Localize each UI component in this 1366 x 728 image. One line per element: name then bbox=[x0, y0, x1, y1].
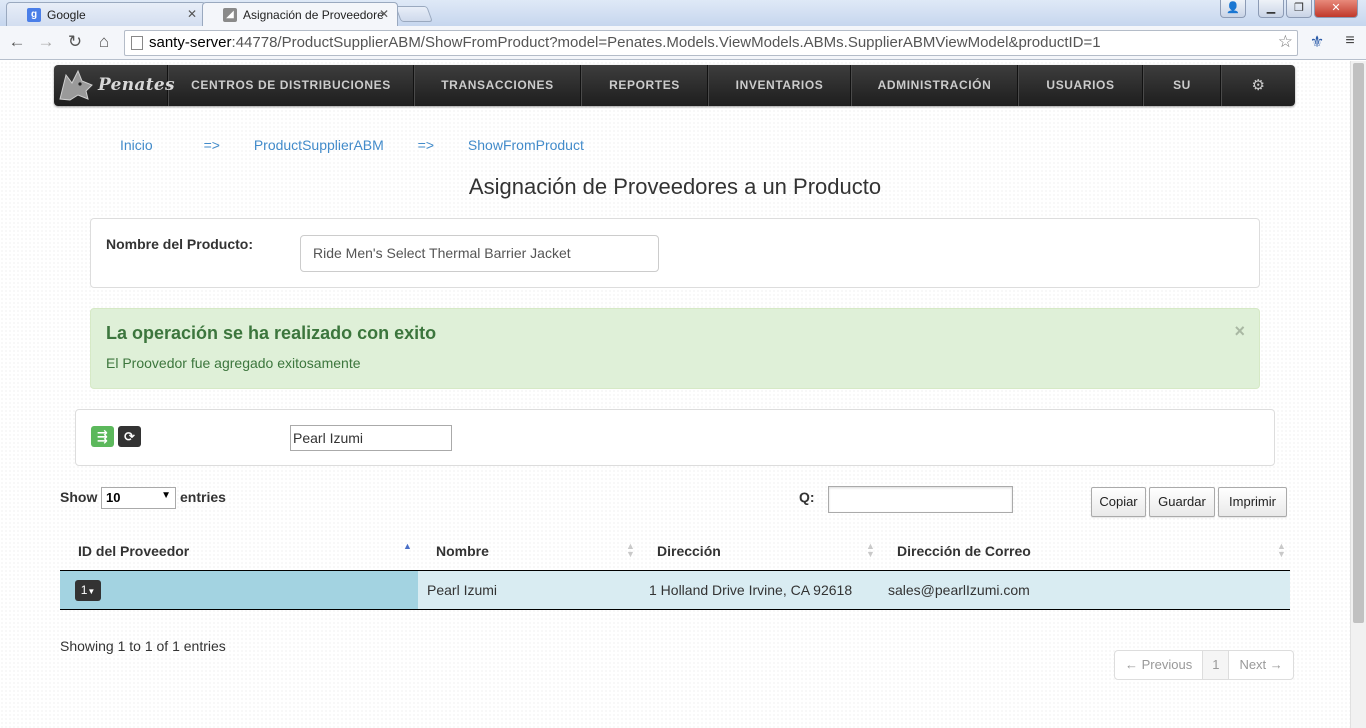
cell-direccion: 1 Holland Drive Irvine, CA 92618 bbox=[649, 582, 853, 598]
penates-favicon-icon: ◢ bbox=[223, 8, 237, 22]
nav-inventarios[interactable]: INVENTARIOS bbox=[708, 65, 851, 106]
supplier-filter-input[interactable]: Pearl Izumi bbox=[290, 425, 452, 451]
wolf-logo-icon bbox=[59, 69, 93, 101]
sort-icon[interactable]: ▲ ▼ bbox=[866, 542, 875, 559]
breadcrumb-inicio[interactable]: Inicio bbox=[120, 137, 153, 153]
product-name-label: Nombre del Producto: bbox=[106, 236, 254, 252]
sort-asc-icon[interactable]: ▲ bbox=[403, 542, 412, 551]
url-path: :44778/ProductSupplierABM/ShowFromProduc… bbox=[231, 34, 1101, 51]
page-size-select[interactable]: 10 ▼ bbox=[101, 487, 176, 509]
page-viewport: Penates CENTROS DE DISTRIBUCIONES TRANSA… bbox=[0, 61, 1350, 728]
nav-administracion[interactable]: ADMINISTRACIÓN bbox=[851, 65, 1018, 106]
close-icon[interactable]: × bbox=[1234, 321, 1245, 342]
alert-message: El Proovedor fue agregado exitosamente bbox=[106, 355, 361, 371]
search-label: Q: bbox=[799, 489, 815, 505]
product-name-field[interactable]: Ride Men's Select Thermal Barrier Jacket bbox=[300, 235, 659, 272]
breadcrumb: Inicio => ProductSupplierABM => ShowFrom… bbox=[120, 137, 584, 153]
add-supplier-icon[interactable]: ⇶ bbox=[91, 426, 114, 447]
column-nombre[interactable]: Nombre bbox=[436, 543, 489, 559]
breadcrumb-showfromproduct[interactable]: ShowFromProduct bbox=[468, 137, 584, 153]
browser-tab-strip: g Google ✕ ◢ Asignación de Proveedore ✕ … bbox=[0, 0, 1366, 26]
alert-title: La operación se ha realizado con exito bbox=[106, 323, 437, 343]
id-cell: 1▼ bbox=[60, 571, 418, 609]
brand-logo[interactable]: Penates bbox=[54, 65, 175, 106]
id-dropdown-button[interactable]: 1▼ bbox=[75, 580, 101, 601]
breadcrumb-separator: => bbox=[417, 137, 435, 153]
nav-centros[interactable]: CENTROS DE DISTRIBUCIONES bbox=[168, 65, 414, 106]
entries-label: entries bbox=[180, 489, 226, 505]
column-direccion[interactable]: Dirección bbox=[657, 543, 721, 559]
brand-name: Penates bbox=[98, 75, 175, 95]
close-window-button[interactable]: ✕ bbox=[1314, 0, 1358, 18]
caret-down-icon: ▼ bbox=[87, 587, 96, 596]
extension-icon[interactable]: ⚜ bbox=[1306, 32, 1328, 52]
nav-su[interactable]: SU bbox=[1143, 65, 1221, 106]
address-bar[interactable]: santy-server:44778/ProductSupplierABM/Sh… bbox=[124, 30, 1298, 56]
nav-usuarios[interactable]: USUARIOS bbox=[1018, 65, 1143, 106]
gear-icon[interactable]: ⚙ bbox=[1221, 65, 1295, 106]
success-alert: La operación se ha realizado con exito E… bbox=[90, 308, 1260, 389]
back-arrow-icon[interactable]: ← bbox=[7, 32, 27, 52]
previous-button[interactable]: ← Previous bbox=[1115, 651, 1204, 679]
refresh-icon[interactable]: ⟳ bbox=[118, 426, 141, 447]
search-input[interactable] bbox=[828, 486, 1013, 513]
maximize-button[interactable]: ❐ bbox=[1286, 0, 1312, 18]
breadcrumb-separator: => bbox=[203, 137, 220, 153]
minimize-button[interactable]: ▁ bbox=[1258, 0, 1284, 18]
sort-icon[interactable]: ▲ ▼ bbox=[626, 542, 635, 559]
main-navbar: Penates CENTROS DE DISTRIBUCIONES TRANSA… bbox=[54, 65, 1295, 106]
google-favicon-icon: g bbox=[27, 8, 41, 22]
print-button[interactable]: Imprimir bbox=[1218, 487, 1287, 517]
pagination: ← Previous 1 Next → bbox=[1114, 650, 1294, 680]
cell-correo: sales@pearlIzumi.com bbox=[888, 582, 1030, 598]
copy-button[interactable]: Copiar bbox=[1091, 487, 1146, 517]
scrollbar-thumb[interactable] bbox=[1353, 63, 1364, 623]
chevron-down-icon: ▼ bbox=[161, 490, 171, 501]
table-info: Showing 1 to 1 of 1 entries bbox=[60, 638, 226, 654]
url-host: santy-server bbox=[149, 34, 232, 51]
nav-reportes[interactable]: REPORTES bbox=[581, 65, 708, 106]
tab-title: Google bbox=[47, 8, 86, 22]
menu-icon[interactable]: ≡ bbox=[1339, 32, 1361, 50]
product-panel: Nombre del Producto: Ride Men's Select T… bbox=[90, 218, 1260, 288]
sort-icon[interactable]: ▲ ▼ bbox=[1277, 542, 1286, 559]
browser-toolbar: ← → ↻ ⌂ santy-server:44778/ProductSuppli… bbox=[0, 26, 1366, 60]
show-label: Show bbox=[60, 489, 98, 505]
page-icon bbox=[131, 36, 143, 50]
supplier-add-panel: ⇶ ⟳ Pearl Izumi bbox=[75, 409, 1275, 466]
nav-transacciones[interactable]: TRANSACCIONES bbox=[414, 65, 581, 106]
forward-arrow-icon[interactable]: → bbox=[36, 32, 56, 52]
page-title: Asignación de Proveedores a un Producto bbox=[468, 174, 882, 199]
browser-tab-active[interactable]: ◢ Asignación de Proveedore ✕ bbox=[202, 2, 398, 26]
table-row[interactable]: 1▼ Pearl Izumi 1 Holland Drive Irvine, C… bbox=[60, 571, 1290, 610]
column-id-proveedor[interactable]: ID del Proveedor bbox=[78, 543, 189, 559]
profile-icon[interactable]: 👤 bbox=[1220, 0, 1246, 18]
reload-icon[interactable]: ↻ bbox=[65, 32, 85, 52]
table-header: ID del Proveedor ▲ Nombre ▲ ▼ Dirección ▲… bbox=[60, 535, 1290, 571]
tab-close-icon[interactable]: ✕ bbox=[187, 7, 197, 21]
tab-title: Asignación de Proveedore bbox=[243, 8, 384, 22]
new-tab-button[interactable] bbox=[395, 6, 433, 22]
page-1-button[interactable]: 1 bbox=[1203, 651, 1230, 679]
breadcrumb-productsupplierabm[interactable]: ProductSupplierABM bbox=[254, 137, 384, 153]
window-controls: 👤 ▁ ❐ ✕ bbox=[1220, 0, 1358, 18]
cell-nombre: Pearl Izumi bbox=[427, 582, 498, 598]
next-button[interactable]: Next → bbox=[1229, 651, 1292, 679]
save-button[interactable]: Guardar bbox=[1149, 487, 1215, 517]
column-direccion-correo[interactable]: Dirección de Correo bbox=[897, 543, 1031, 559]
tab-close-icon[interactable]: ✕ bbox=[379, 7, 389, 21]
page-size-value: 10 bbox=[106, 490, 121, 505]
home-icon[interactable]: ⌂ bbox=[94, 32, 114, 52]
vertical-scrollbar[interactable] bbox=[1350, 61, 1366, 728]
browser-tab-google[interactable]: g Google ✕ bbox=[6, 2, 206, 26]
bookmark-star-icon[interactable]: ☆ bbox=[1278, 32, 1293, 52]
